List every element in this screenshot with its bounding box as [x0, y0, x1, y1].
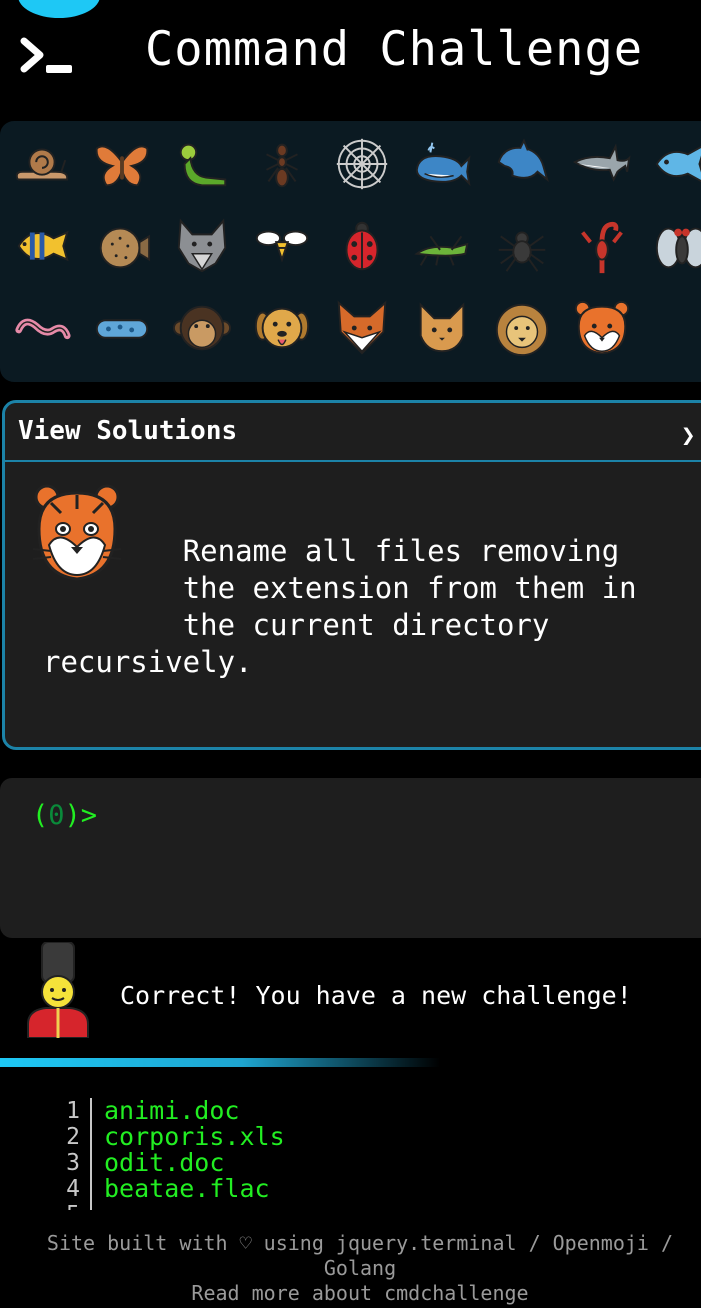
divider-gradient: [0, 1058, 440, 1067]
list-item: 1 animi.doc: [40, 1098, 440, 1124]
cricket-icon[interactable]: [409, 213, 475, 279]
feedback-message: Correct! You have a new challenge!: [120, 981, 632, 1010]
view-solutions-label[interactable]: View Solutions: [18, 416, 237, 446]
snail-icon[interactable]: [9, 131, 75, 197]
file-name: ...: [92, 1202, 149, 1211]
caterpillar-icon[interactable]: [169, 131, 235, 197]
whale-icon[interactable]: [409, 131, 475, 197]
tiger-icon[interactable]: [569, 295, 635, 361]
list-item: 2 corporis.xls: [40, 1124, 440, 1150]
challenge-description: Rename all files removing the extension …: [43, 534, 637, 679]
line-number: 1: [40, 1098, 92, 1124]
line-number: 4: [40, 1176, 92, 1202]
fly-icon[interactable]: [649, 213, 701, 279]
dog-icon[interactable]: [249, 295, 315, 361]
file-name: corporis.xls: [104, 1122, 285, 1151]
terminal-prompt[interactable]: (0)>: [32, 800, 97, 831]
terminal-prompt-icon[interactable]: [20, 37, 74, 77]
read-more-link[interactable]: Read more about cmdchallenge: [20, 1281, 700, 1306]
footer: Site built with ♡ using jquery.terminal …: [20, 1231, 700, 1306]
shark-icon[interactable]: [569, 131, 635, 197]
header: Command Challenge: [0, 0, 701, 110]
spider-icon[interactable]: [489, 213, 555, 279]
file-name: animi.doc: [104, 1098, 240, 1125]
cat-icon[interactable]: [409, 295, 475, 361]
page-title: Command Challenge: [145, 22, 644, 77]
microbe-icon[interactable]: [89, 295, 155, 361]
ant-icon[interactable]: [249, 131, 315, 197]
list-item: 3 odit.doc: [40, 1150, 440, 1176]
creature-panel: [0, 121, 701, 382]
file-listing[interactable]: 1 animi.doc 2 corporis.xls 3 odit.doc 4 …: [40, 1098, 440, 1210]
lion-icon[interactable]: [489, 295, 555, 361]
wolf-icon[interactable]: [169, 213, 235, 279]
list-item: 4 beatae.flac: [40, 1176, 440, 1202]
file-name: odit.doc: [104, 1148, 225, 1177]
ladybug-icon[interactable]: [329, 213, 395, 279]
fox-icon[interactable]: [329, 295, 395, 361]
line-number: 3: [40, 1150, 92, 1176]
chevron-right-icon[interactable]: ❯: [681, 421, 695, 449]
blowfish-icon[interactable]: [89, 213, 155, 279]
worm-icon[interactable]: [9, 295, 75, 361]
monkey-icon[interactable]: [169, 295, 235, 361]
terminal-input-area[interactable]: (0)>: [0, 778, 701, 938]
tropical-fish-icon[interactable]: [9, 213, 75, 279]
guard-icon: [27, 942, 89, 1038]
scorpion-icon[interactable]: [569, 213, 635, 279]
spider-web-icon[interactable]: [329, 131, 395, 197]
accent-dot: [18, 0, 100, 18]
prompt-open: (: [32, 800, 49, 831]
file-name: beatae.flac: [104, 1174, 270, 1203]
prompt-close: )>: [64, 800, 98, 831]
butterfly-icon[interactable]: [89, 131, 155, 197]
line-number: 5: [40, 1202, 92, 1210]
list-item: 5 ...: [40, 1202, 440, 1210]
prompt-count: 0: [48, 800, 65, 831]
bee-icon[interactable]: [249, 213, 315, 279]
view-solutions-button[interactable]: View Solutions ❯: [5, 403, 701, 462]
line-number: 2: [40, 1124, 92, 1150]
dolphin-icon[interactable]: [489, 131, 555, 197]
challenge-panel: View Solutions ❯ Rename all files removi…: [2, 400, 701, 750]
footer-credits[interactable]: Site built with ♡ using jquery.terminal …: [20, 1231, 700, 1281]
fish-icon[interactable]: [649, 131, 701, 197]
